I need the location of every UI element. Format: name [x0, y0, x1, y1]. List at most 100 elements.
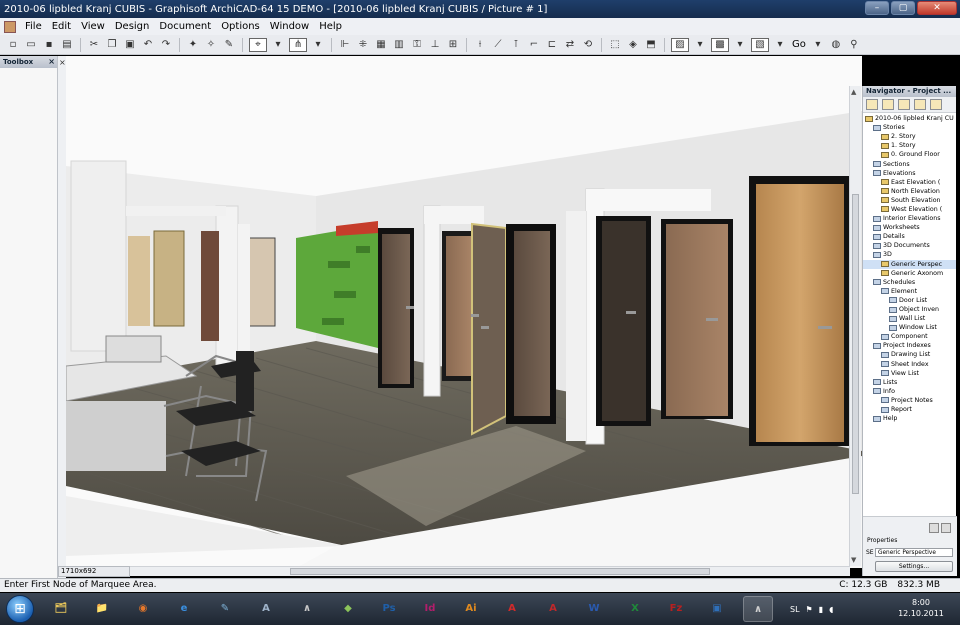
tree-item[interactable]: Project Notes	[863, 396, 956, 405]
dropdown-icon[interactable]: ▾	[271, 38, 285, 52]
taskbar-app-firefox[interactable]: ◉	[128, 596, 158, 622]
split-icon[interactable]: ⟋	[491, 38, 505, 52]
offset-icon[interactable]: ⊏	[545, 38, 559, 52]
tree-item[interactable]: Sheet Index	[863, 360, 956, 369]
taskbar-app-indesign[interactable]: Id	[415, 596, 445, 622]
open-file-icon[interactable]: ▭	[24, 38, 38, 52]
organizer-icon[interactable]	[930, 99, 942, 110]
3d-view-icon[interactable]: ▨	[671, 37, 689, 52]
tree-item[interactable]: 3D Documents	[863, 241, 956, 250]
3d-style-icon[interactable]: ▩	[711, 37, 729, 52]
taskbar-app-acrobat-reader[interactable]: A	[538, 596, 568, 622]
undo-icon[interactable]: ↶	[141, 38, 155, 52]
group-icon[interactable]: ▥	[392, 38, 406, 52]
render-icon[interactable]: ▧	[751, 37, 769, 52]
fillet-icon[interactable]: ⌐	[527, 38, 541, 52]
language-indicator[interactable]: SL	[790, 605, 800, 614]
tree-item[interactable]: East Elevation (	[863, 178, 956, 187]
taskbar-app-folder[interactable]: 📁	[87, 596, 117, 622]
flag-icon[interactable]: ⚑	[806, 605, 813, 614]
maximize-button[interactable]: ▢	[891, 1, 915, 15]
3d-viewport[interactable]	[66, 56, 862, 568]
delete-view-icon[interactable]	[941, 523, 951, 533]
clock[interactable]: 8:00 12.10.2011	[896, 597, 946, 619]
model-icon[interactable]: ⬚	[608, 38, 622, 52]
menu-help[interactable]: Help	[314, 21, 347, 32]
settings-button[interactable]: Settings...	[875, 561, 953, 572]
adjust-icon[interactable]: ⊺	[509, 38, 523, 52]
start-button[interactable]: ⊞	[6, 595, 34, 623]
dropdown-icon[interactable]: ▾	[311, 38, 325, 52]
taskbar-app-archicad[interactable]: ∧	[292, 596, 322, 622]
lock-icon[interactable]: ⚿	[410, 38, 424, 52]
magic-wand-icon[interactable]: ✦	[186, 38, 200, 52]
redo-icon[interactable]: ↷	[159, 38, 173, 52]
tree-item[interactable]: 3D	[863, 250, 956, 259]
walk-icon[interactable]: ⚲	[847, 38, 861, 52]
properties-name-field[interactable]: Generic Perspective	[875, 548, 953, 557]
tree-item[interactable]: Info	[863, 387, 956, 396]
trim-icon[interactable]: ⟊	[473, 38, 487, 52]
taskbar-app-app-a[interactable]: A	[251, 596, 281, 622]
menu-window[interactable]: Window	[265, 21, 314, 32]
new-view-icon[interactable]	[929, 523, 939, 533]
tree-item[interactable]: View List	[863, 369, 956, 378]
menu-options[interactable]: Options	[216, 21, 265, 32]
elevation-icon[interactable]: ⊥	[428, 38, 442, 52]
tree-item[interactable]: Report	[863, 405, 956, 414]
guide-icon[interactable]: ⋔	[289, 37, 307, 52]
menu-design[interactable]: Design	[110, 21, 155, 32]
vertical-scrollbar[interactable]: ▲ ▼	[849, 86, 861, 566]
tree-item[interactable]: Wall List	[863, 314, 956, 323]
tree-item[interactable]: Lists	[863, 378, 956, 387]
scroll-down-icon[interactable]: ▼	[851, 556, 856, 564]
orbit-icon[interactable]: ◍	[829, 38, 843, 52]
tree-item[interactable]: Elevations	[863, 169, 956, 178]
minimize-button[interactable]: –	[865, 1, 889, 15]
network-icon[interactable]: ▮	[819, 605, 823, 614]
tree-item[interactable]: 1. Story	[863, 141, 956, 150]
tree-item[interactable]: Worksheets	[863, 223, 956, 232]
paste-icon[interactable]: ▣	[123, 38, 137, 52]
cut-icon[interactable]: ✂	[87, 38, 101, 52]
library-icon[interactable]: ⊞	[446, 38, 460, 52]
tree-item[interactable]: Schedules	[863, 278, 956, 287]
tree-item[interactable]: Drawing List	[863, 350, 956, 359]
dropdown-icon[interactable]: ▾	[693, 38, 707, 52]
tree-item[interactable]: Project Indexes	[863, 341, 956, 350]
tree-item[interactable]: Component	[863, 332, 956, 341]
taskbar-app-illustrator[interactable]: Ai	[456, 596, 486, 622]
tree-item[interactable]: Interior Elevations	[863, 214, 956, 223]
solid-icon[interactable]: ◈	[626, 38, 640, 52]
taskbar-app-filezilla[interactable]: Fz	[661, 596, 691, 622]
copy-icon[interactable]: ❐	[105, 38, 119, 52]
scroll-thumb[interactable]	[290, 568, 710, 575]
menu-document[interactable]: Document	[154, 21, 216, 32]
project-map-icon[interactable]	[866, 99, 878, 110]
taskbar-app-excel[interactable]: X	[620, 596, 650, 622]
taskbar-app-photoshop[interactable]: Ps	[374, 596, 404, 622]
go-menu[interactable]: Go	[792, 39, 806, 50]
tree-item[interactable]: Window List	[863, 323, 956, 332]
menu-edit[interactable]: Edit	[47, 21, 76, 32]
pencil-icon[interactable]: ✎	[222, 38, 236, 52]
menu-view[interactable]: View	[76, 21, 110, 32]
dock-close-icon[interactable]: ×	[59, 58, 66, 67]
scroll-up-icon[interactable]: ▲	[851, 88, 856, 96]
taskbar-app-sketch[interactable]: ◆	[333, 596, 363, 622]
layers-icon[interactable]: ▦	[374, 38, 388, 52]
taskbar-app-explorer[interactable]: 🗂	[46, 596, 76, 622]
tree-item[interactable]: Sections	[863, 159, 956, 168]
new-file-icon[interactable]: ▫	[6, 38, 20, 52]
horizontal-scrollbar[interactable]	[130, 566, 850, 576]
selection-icon[interactable]: ⬒	[644, 38, 658, 52]
tree-item[interactable]: Details	[863, 232, 956, 241]
snap-icon[interactable]: ⌖	[249, 37, 267, 52]
tree-item[interactable]: North Elevation	[863, 187, 956, 196]
taskbar-app-internet-explorer[interactable]: e	[169, 596, 199, 622]
taskbar-app-virtualbox[interactable]: ▣	[702, 596, 732, 622]
tree-item[interactable]: South Elevation	[863, 196, 956, 205]
tree-item[interactable]: Object Inven	[863, 305, 956, 314]
tree-item[interactable]: Help	[863, 414, 956, 423]
tree-item[interactable]: Element	[863, 287, 956, 296]
